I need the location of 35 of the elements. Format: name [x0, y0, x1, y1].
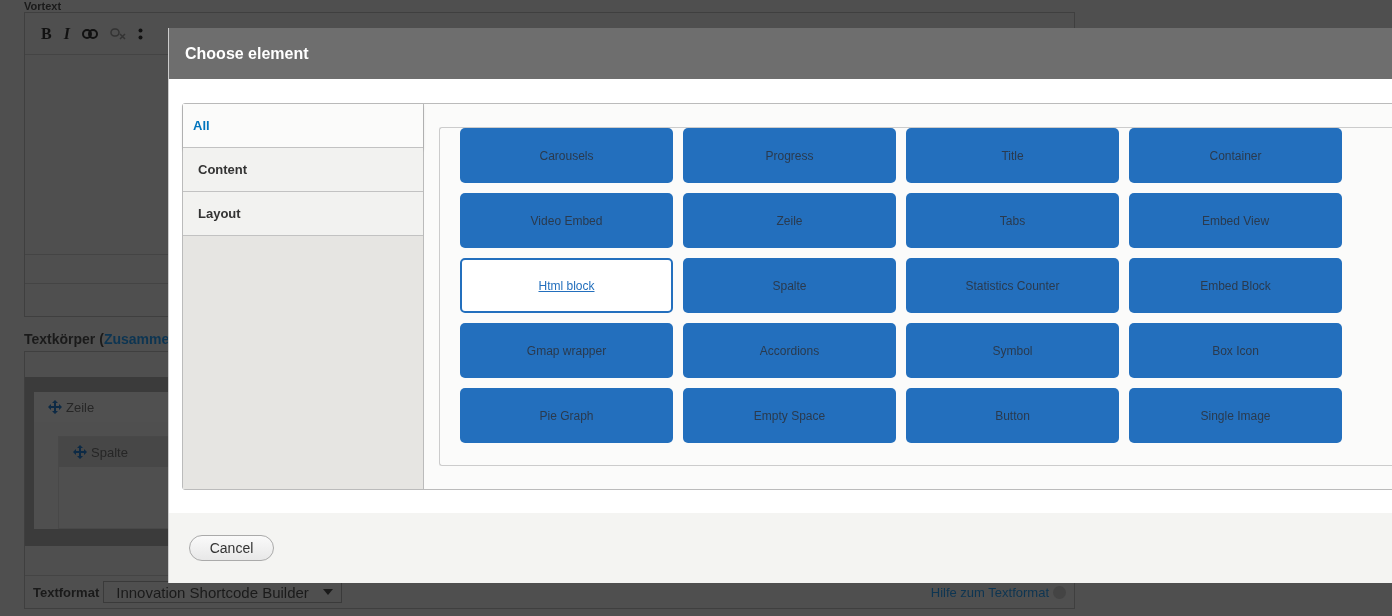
move-icon — [73, 445, 87, 459]
element-button[interactable]: Gmap wrapper — [460, 323, 673, 378]
element-button[interactable]: Statistics Counter — [906, 258, 1119, 313]
summary-link[interactable]: Zusamme — [103, 331, 170, 347]
element-button[interactable]: Empty Space — [683, 388, 896, 443]
caret-icon — [322, 589, 333, 595]
element-button[interactable]: Progress — [683, 128, 896, 183]
element-button[interactable]: Zeile — [683, 193, 896, 248]
move-icon — [48, 400, 62, 414]
element-button[interactable]: Carousels — [460, 128, 673, 183]
element-button[interactable]: Html block — [460, 258, 673, 313]
category-tab[interactable]: All — [183, 104, 423, 148]
help-link[interactable]: Hilfe zum Textformat — [930, 584, 1049, 600]
list-icon[interactable] — [137, 27, 143, 40]
element-button[interactable]: Single Image — [1129, 388, 1342, 443]
element-button[interactable]: Symbol — [906, 323, 1119, 378]
link-icon[interactable] — [81, 28, 98, 39]
element-button[interactable]: Box Icon — [1129, 323, 1342, 378]
element-button[interactable]: Embed View — [1129, 193, 1342, 248]
element-button[interactable]: Button — [906, 388, 1119, 443]
cancel-button[interactable]: Cancel — [189, 535, 274, 561]
italic-button[interactable]: I — [63, 24, 70, 43]
bold-button[interactable]: B — [41, 24, 52, 43]
element-button[interactable]: Container — [1129, 128, 1342, 183]
element-button[interactable]: Embed Block — [1129, 258, 1342, 313]
element-button[interactable]: Tabs — [906, 193, 1119, 248]
element-button[interactable]: Video Embed — [460, 193, 673, 248]
element-button[interactable]: Spalte — [683, 258, 896, 313]
element-button[interactable]: Pie Graph — [460, 388, 673, 443]
unlink-icon[interactable] — [109, 27, 126, 40]
element-button[interactable]: Title — [906, 128, 1119, 183]
category-tab[interactable]: Layout — [183, 192, 423, 236]
dialog-title: Choose element — [169, 28, 1392, 79]
category-tab[interactable]: Content — [183, 148, 423, 192]
element-button[interactable]: Accordions — [683, 323, 896, 378]
